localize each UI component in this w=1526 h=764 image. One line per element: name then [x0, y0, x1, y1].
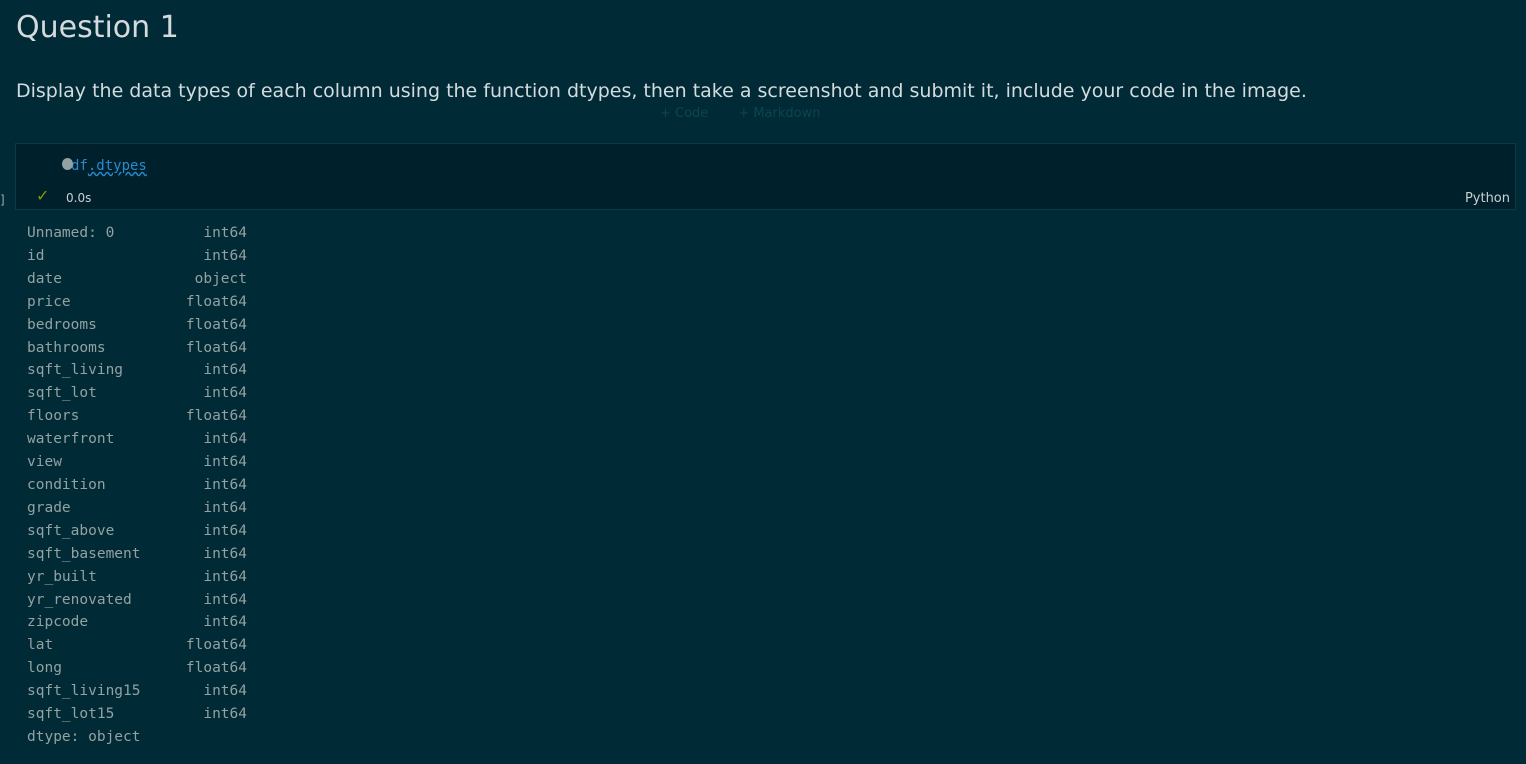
column-name: bedrooms [27, 316, 97, 333]
column-name: sqft_lot15 [27, 706, 115, 723]
column-dtype: int64 [203, 476, 247, 493]
column-name: condition [27, 476, 106, 493]
column-dtype: int64 [203, 591, 247, 608]
output-row: grade int64 [27, 497, 247, 520]
output-row: date object [27, 268, 247, 291]
output-row: Unnamed: 0 int64 [27, 222, 247, 245]
column-name: sqft_above [27, 522, 115, 539]
output-row: waterfront int64 [27, 428, 247, 451]
column-dtype: int64 [203, 683, 247, 700]
code-member: .dtypes [87, 158, 147, 174]
output-row: condition int64 [27, 474, 247, 497]
column-name: lat [27, 637, 54, 654]
output-row: id int64 [27, 245, 247, 268]
output-row: lat float64 [27, 634, 247, 657]
column-name: Unnamed: 0 [27, 225, 115, 241]
column-name: grade [27, 499, 71, 516]
column-name: waterfront [27, 431, 115, 448]
column-dtype: int64 [203, 499, 247, 516]
execution-time: 0.0s [66, 191, 92, 205]
column-name: view [27, 454, 62, 471]
column-name: long [27, 660, 62, 677]
output-row: sqft_basement int64 [27, 543, 247, 566]
column-dtype: int64 [203, 614, 247, 631]
output-row: sqft_lot15 int64 [27, 703, 247, 726]
add-markdown-button[interactable]: + Markdown [738, 106, 820, 121]
column-dtype: int64 [203, 706, 247, 723]
column-name: zipcode [27, 614, 89, 631]
cell-output: Unnamed: 0 int64 id int64 date object price flo… [27, 222, 247, 749]
column-dtype: int64 [203, 362, 247, 379]
column-name: yr_renovated [27, 591, 132, 608]
column-dtype: int64 [203, 225, 247, 241]
add-code-button[interactable]: + Code [660, 106, 708, 121]
output-row: sqft_above int64 [27, 520, 247, 543]
column-dtype: int64 [203, 385, 247, 402]
output-row: long float64 [27, 657, 247, 680]
output-row: yr_renovated int64 [27, 589, 247, 612]
column-dtype: float64 [185, 339, 247, 356]
output-row: floors float64 [27, 405, 247, 428]
column-dtype: float64 [185, 316, 247, 333]
output-row: sqft_living15 int64 [27, 680, 247, 703]
lightbulb-icon[interactable] [62, 158, 73, 170]
code-variable: df [71, 158, 88, 174]
question-heading: Question 1 [16, 10, 179, 45]
column-dtype: float64 [185, 293, 247, 310]
code-cell[interactable]: df.dtypes ✓ 0.0s Python [15, 143, 1516, 210]
output-footer: dtype: object [27, 728, 141, 745]
column-name: date [27, 270, 62, 287]
column-name: id [27, 247, 45, 264]
column-dtype: int64 [203, 454, 247, 471]
column-dtype: float64 [185, 660, 247, 677]
column-dtype: object [194, 270, 247, 287]
column-dtype: int64 [203, 431, 247, 448]
output-row: price float64 [27, 291, 247, 314]
add-cell-toolbar: + Code + Markdown [660, 106, 820, 121]
output-row: sqft_lot int64 [27, 382, 247, 405]
language-selector[interactable]: Python [1465, 191, 1510, 206]
output-row: yr_built int64 [27, 566, 247, 589]
output-row: bedrooms float64 [27, 314, 247, 337]
execution-bracket: ] [0, 193, 5, 207]
column-dtype: int64 [203, 522, 247, 539]
column-dtype: float64 [185, 637, 247, 654]
column-name: price [27, 293, 71, 310]
column-name: sqft_basement [27, 545, 141, 562]
column-name: sqft_lot [27, 385, 97, 402]
question-description: Display the data types of each column us… [16, 80, 1307, 102]
output-row: sqft_living int64 [27, 359, 247, 382]
column-dtype: int64 [203, 545, 247, 562]
column-dtype: int64 [203, 247, 247, 264]
output-row: zipcode int64 [27, 611, 247, 634]
code-editor[interactable]: df.dtypes [71, 158, 147, 174]
check-icon: ✓ [36, 186, 50, 205]
column-name: sqft_living15 [27, 683, 141, 700]
output-row: bathrooms float64 [27, 337, 247, 360]
column-name: bathrooms [27, 339, 106, 356]
column-dtype: float64 [185, 408, 247, 425]
column-name: floors [27, 408, 80, 425]
column-name: yr_built [27, 568, 97, 585]
column-name: sqft_living [27, 362, 124, 379]
output-row: view int64 [27, 451, 247, 474]
column-dtype: int64 [203, 568, 247, 585]
